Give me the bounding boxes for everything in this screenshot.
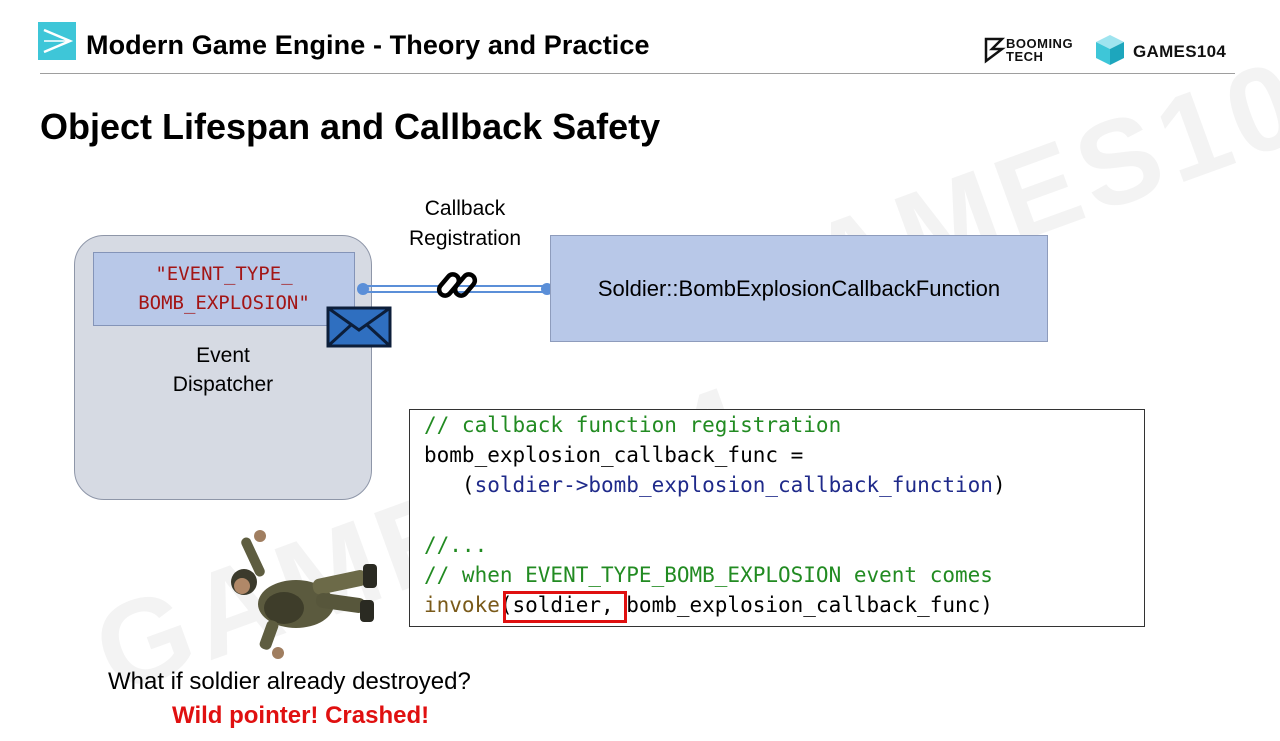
games104-brand: GAMES104 <box>1133 42 1227 61</box>
soldier-argument-highlight <box>503 591 627 623</box>
callback-function-box: Soldier::BombExplosionCallbackFunction <box>550 235 1048 342</box>
callback-label-line-1: Callback <box>424 197 506 220</box>
question-text: What if soldier already destroyed? <box>108 668 471 695</box>
callback-registration-label: Callback Registration <box>390 194 540 254</box>
code-line-1: // callback function registration <box>424 413 842 437</box>
event-dispatcher-label: Event Dispatcher <box>74 341 372 399</box>
dispatcher-label-line-2: Dispatcher <box>172 373 274 396</box>
slide-title: Object Lifespan and Callback Safety <box>40 106 661 147</box>
warning-text: Wild pointer! Crashed! <box>172 702 430 729</box>
code-line-2: bomb_explosion_callback_func = <box>424 443 804 467</box>
booming-tech-brand: BOOMING TECH <box>1006 37 1073 63</box>
callback-label-line-2: Registration <box>408 227 522 250</box>
play-triangle-logo-icon <box>38 22 76 60</box>
code-line-5: //... <box>424 533 488 557</box>
invoke-function: invoke <box>424 593 500 617</box>
code-line-3-close: ) <box>992 473 1006 497</box>
envelope-message-icon <box>326 306 392 348</box>
games-cube-logo-icon <box>1096 35 1124 65</box>
code-line-6: // when EVENT_TYPE_BOMB_EXPLOSION event … <box>424 563 993 587</box>
event-type-line-2: BOMB_EXPLOSION" <box>138 292 310 314</box>
event-type-line-1: "EVENT_TYPE_ <box>155 263 293 285</box>
code-line-3-expr: soldier->bomb_explosion_callback_functio… <box>474 473 993 497</box>
header-divider <box>40 73 1235 74</box>
code-line-3: (soldier->bomb_explosion_callback_functi… <box>424 470 1006 500</box>
event-type-box: "EVENT_TYPE_ BOMB_EXPLOSION" <box>93 252 355 326</box>
falling-soldier-image <box>231 530 377 659</box>
booming-tech-logo-icon <box>984 37 1006 64</box>
link-chain-icon <box>436 272 478 298</box>
callback-function-name: Soldier::BombExplosionCallbackFunction <box>597 275 1001 301</box>
course-title: Modern Game Engine - Theory and Practice <box>86 30 650 60</box>
brand-line-2: TECH <box>1006 49 1044 64</box>
code-line-3-indent: ( <box>424 473 475 497</box>
